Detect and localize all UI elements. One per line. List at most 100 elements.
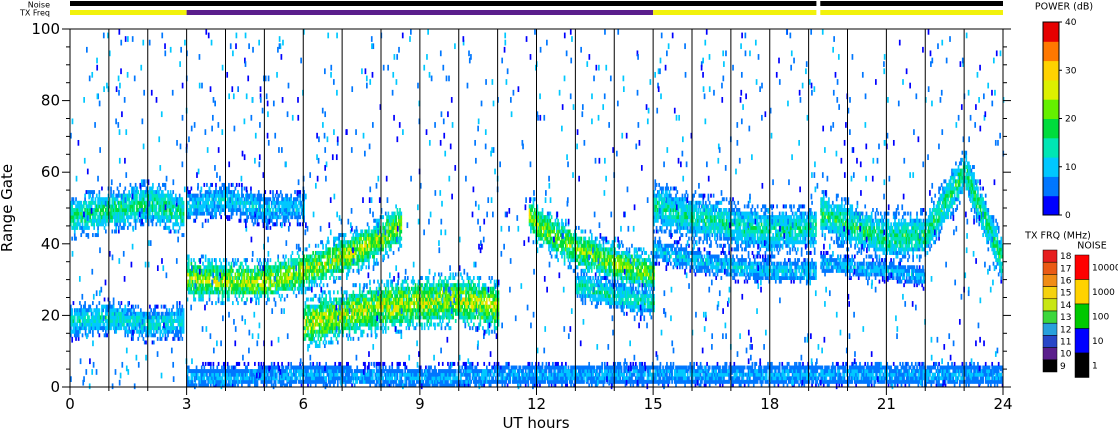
heat-cell <box>174 229 177 234</box>
heat-cell <box>191 276 194 280</box>
heat-cell <box>296 250 299 255</box>
heat-cell <box>384 225 387 230</box>
heat-cell <box>159 322 162 327</box>
heat-cell <box>182 311 185 316</box>
heat-cell <box>370 333 373 338</box>
heat-cell <box>228 293 230 298</box>
heat-cell <box>219 258 221 263</box>
heat-cell <box>208 208 211 212</box>
heat-cell <box>391 293 394 298</box>
heat-cell <box>182 318 185 323</box>
heat-cell <box>331 272 334 277</box>
heat-cell <box>167 190 169 195</box>
heat-cell <box>141 333 143 338</box>
heat-cell <box>482 326 484 331</box>
heat-cell <box>317 243 320 248</box>
heat-cell <box>285 254 287 259</box>
heat-cell <box>94 200 97 205</box>
heat-cell <box>292 268 295 273</box>
heat-cell <box>390 247 392 252</box>
heat-cell <box>387 236 390 241</box>
heat-cell <box>98 190 101 195</box>
heat-cell <box>384 211 387 216</box>
heat-cell <box>305 247 308 252</box>
heat-cell <box>465 293 467 298</box>
heat-cell <box>156 186 159 191</box>
heat-cell <box>102 308 105 313</box>
heat-cell <box>461 304 464 309</box>
heat-cell <box>493 322 496 327</box>
heat-cell <box>190 286 193 291</box>
heat-cell <box>336 290 339 295</box>
heat-cell <box>325 340 327 345</box>
heat-cell <box>134 215 137 220</box>
heat-cell <box>467 304 470 309</box>
heat-cell <box>187 261 190 266</box>
heat-cell <box>194 297 197 302</box>
heat-cell <box>222 258 225 263</box>
heat-cell <box>178 193 181 198</box>
heat-cell <box>473 276 475 280</box>
heat-cell <box>152 340 155 345</box>
heat-cell <box>84 301 86 306</box>
heat-cell <box>278 293 281 298</box>
heat-cell <box>382 243 384 248</box>
heat-cell <box>483 297 486 302</box>
heat-cell <box>269 258 272 263</box>
heat-cell <box>257 222 260 227</box>
heat-cell <box>378 218 381 223</box>
heat-cell <box>237 279 239 284</box>
heat-cell <box>408 326 410 331</box>
heat-cell <box>375 286 378 291</box>
heat-cell <box>129 222 132 227</box>
heat-cell <box>493 279 496 284</box>
heat-cell <box>98 311 101 316</box>
heat-cell <box>238 182 241 187</box>
rti-chart: Noise TX Freq 0 3 6 9 12 15 18 21 24 02040608010… <box>0 1 1118 433</box>
heat-cell <box>160 304 163 309</box>
heat-cell <box>86 311 89 316</box>
heat-cell <box>81 333 84 338</box>
heat-cell <box>215 261 217 266</box>
heat-cell <box>406 311 409 316</box>
heat-cell <box>384 322 387 327</box>
heat-cell <box>76 225 79 230</box>
heat-cell <box>71 308 73 313</box>
heat-cell <box>208 276 211 280</box>
heat-cell <box>391 283 394 288</box>
heat-cell <box>260 261 263 266</box>
heat-cell <box>190 258 193 263</box>
heat-cell <box>312 250 315 255</box>
heat-cell <box>266 222 269 227</box>
heat-cell <box>172 208 175 212</box>
heat-cell <box>400 236 403 241</box>
heat-cell <box>274 193 277 198</box>
heat-cell <box>368 265 370 270</box>
heat-cell <box>243 272 246 277</box>
heat-cell <box>346 315 348 320</box>
heat-cell <box>335 336 338 341</box>
heat-cell <box>243 276 246 280</box>
heat-cell <box>331 329 334 334</box>
heat-cell <box>409 290 412 295</box>
heat-cell <box>230 215 233 220</box>
heat-cell <box>106 333 108 338</box>
heat-cell <box>136 326 138 331</box>
heat-cell <box>366 333 369 338</box>
heat-cell <box>403 311 405 316</box>
heat-cell <box>145 218 147 223</box>
heat-cell <box>269 276 272 280</box>
heat-cell <box>338 326 340 331</box>
heat-cell <box>207 218 210 223</box>
heat-cell <box>404 276 407 280</box>
heat-cell <box>143 197 146 202</box>
heat-cell <box>450 297 453 302</box>
heat-cell <box>230 272 233 277</box>
heat-cell <box>449 272 452 277</box>
heat-cell <box>119 222 121 227</box>
heat-cell <box>203 182 206 187</box>
heat-cell <box>136 197 138 202</box>
heat-cell <box>343 236 346 241</box>
heat-cell <box>266 225 269 230</box>
heat-cell <box>299 190 302 195</box>
